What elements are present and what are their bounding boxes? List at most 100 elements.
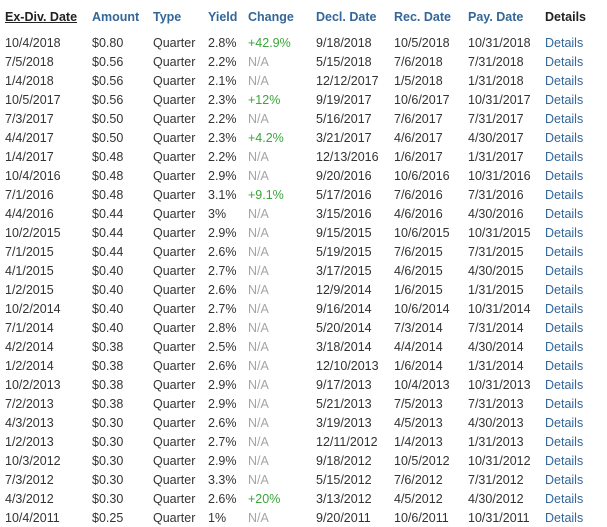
change-cell: N/A (248, 472, 269, 487)
change-cell: N/A (248, 377, 269, 392)
details-link[interactable]: Details (540, 375, 600, 394)
pay-date-cell: 7/31/2012 (468, 472, 524, 487)
column-header-decl-date[interactable]: Decl. Date (311, 0, 389, 33)
column-header-rec-date[interactable]: Rec. Date (389, 0, 463, 33)
details-link[interactable]: Details (540, 451, 600, 470)
yield-cell: 2.2% (208, 111, 237, 126)
details-link[interactable]: Details (540, 299, 600, 318)
table-row: 7/2/2013 $0.38 Quarter 2.9% N/A 5/21/2013 7/5/… (0, 394, 600, 413)
amount-cell: $0.40 (92, 320, 124, 335)
ex-div-date-cell: 4/2/2014 (5, 339, 54, 354)
details-link[interactable]: Details (540, 356, 600, 375)
column-header-change[interactable]: Change (243, 0, 311, 33)
decl-date-cell: 12/9/2014 (316, 282, 372, 297)
decl-date-cell: 9/19/2017 (316, 92, 372, 107)
details-link[interactable]: Details (540, 432, 600, 451)
type-cell: Quarter (153, 35, 196, 50)
details-link[interactable]: Details (540, 508, 600, 527)
details-link[interactable]: Details (540, 394, 600, 413)
type-cell: Quarter (153, 396, 196, 411)
ex-div-date-cell: 7/3/2012 (5, 472, 54, 487)
amount-cell: $0.38 (92, 339, 124, 354)
details-link[interactable]: Details (540, 147, 600, 166)
details-link[interactable]: Details (540, 242, 600, 261)
table-row: 1/2/2015 $0.40 Quarter 2.6% N/A 12/9/2014 1/6/… (0, 280, 600, 299)
column-header-amount[interactable]: Amount (87, 0, 148, 33)
table-row: 1/2/2014 $0.38 Quarter 2.6% N/A 12/10/2013 1/6… (0, 356, 600, 375)
details-link[interactable]: Details (540, 318, 600, 337)
type-cell: Quarter (153, 263, 196, 278)
decl-date-cell: 3/13/2012 (316, 491, 372, 506)
column-header-yield[interactable]: Yield (203, 0, 243, 33)
pay-date-cell: 10/31/2018 (468, 35, 531, 50)
type-cell: Quarter (153, 149, 196, 164)
details-link[interactable]: Details (540, 261, 600, 280)
rec-date-cell: 4/6/2017 (394, 130, 443, 145)
pay-date-cell: 4/30/2016 (468, 206, 524, 221)
type-cell: Quarter (153, 92, 196, 107)
column-header-pay-date[interactable]: Pay. Date (463, 0, 540, 33)
type-cell: Quarter (153, 320, 196, 335)
type-cell: Quarter (153, 73, 196, 88)
change-cell: +4.2% (248, 130, 284, 145)
decl-date-cell: 5/15/2018 (316, 54, 372, 69)
amount-cell: $0.50 (92, 130, 124, 145)
decl-date-cell: 12/12/2017 (316, 73, 379, 88)
column-header-ex-div-date[interactable]: Ex-Div. Date (0, 0, 87, 33)
rec-date-cell: 7/6/2018 (394, 54, 443, 69)
details-link[interactable]: Details (540, 52, 600, 71)
pay-date-cell: 4/30/2013 (468, 415, 524, 430)
ex-div-date-cell: 4/1/2015 (5, 263, 54, 278)
yield-cell: 2.8% (208, 320, 237, 335)
pay-date-cell: 10/31/2013 (468, 377, 531, 392)
details-link[interactable]: Details (540, 33, 600, 52)
amount-cell: $0.38 (92, 358, 124, 373)
table-row: 7/3/2012 $0.30 Quarter 3.3% N/A 5/15/2012 7/6/… (0, 470, 600, 489)
rec-date-cell: 10/6/2016 (394, 168, 450, 183)
yield-cell: 2.9% (208, 396, 237, 411)
details-link[interactable]: Details (540, 223, 600, 242)
column-header-type[interactable]: Type (148, 0, 203, 33)
type-cell: Quarter (153, 377, 196, 392)
change-cell: N/A (248, 301, 269, 316)
details-link[interactable]: Details (540, 90, 600, 109)
rec-date-cell: 4/5/2013 (394, 415, 443, 430)
yield-cell: 2.1% (208, 73, 237, 88)
change-cell: N/A (248, 453, 269, 468)
ex-div-date-cell: 10/4/2018 (5, 35, 61, 50)
details-link[interactable]: Details (540, 337, 600, 356)
rec-date-cell: 7/6/2015 (394, 244, 443, 259)
decl-date-cell: 3/17/2015 (316, 263, 372, 278)
details-link[interactable]: Details (540, 128, 600, 147)
ex-div-date-cell: 10/3/2012 (5, 453, 61, 468)
details-link[interactable]: Details (540, 280, 600, 299)
type-cell: Quarter (153, 358, 196, 373)
rec-date-cell: 1/6/2014 (394, 358, 443, 373)
pay-date-cell: 4/30/2017 (468, 130, 524, 145)
yield-cell: 3.1% (208, 187, 237, 202)
yield-cell: 2.6% (208, 244, 237, 259)
rec-date-cell: 7/6/2017 (394, 111, 443, 126)
details-link[interactable]: Details (540, 109, 600, 128)
pay-date-cell: 7/31/2017 (468, 111, 524, 126)
details-link[interactable]: Details (540, 71, 600, 90)
amount-cell: $0.44 (92, 244, 124, 259)
details-link[interactable]: Details (540, 413, 600, 432)
pay-date-cell: 4/30/2012 (468, 491, 524, 506)
type-cell: Quarter (153, 225, 196, 240)
details-link[interactable]: Details (540, 489, 600, 508)
rec-date-cell: 1/6/2015 (394, 282, 443, 297)
amount-cell: $0.38 (92, 377, 124, 392)
details-link[interactable]: Details (540, 204, 600, 223)
decl-date-cell: 9/20/2011 (316, 510, 371, 525)
type-cell: Quarter (153, 491, 196, 506)
pay-date-cell: 10/31/2016 (468, 168, 531, 183)
details-link[interactable]: Details (540, 185, 600, 204)
details-link[interactable]: Details (540, 166, 600, 185)
details-link[interactable]: Details (540, 470, 600, 489)
amount-cell: $0.48 (92, 187, 124, 202)
rec-date-cell: 10/5/2012 (394, 453, 450, 468)
rec-date-cell: 7/5/2013 (394, 396, 443, 411)
pay-date-cell: 4/30/2014 (468, 339, 524, 354)
rec-date-cell: 7/3/2014 (394, 320, 443, 335)
